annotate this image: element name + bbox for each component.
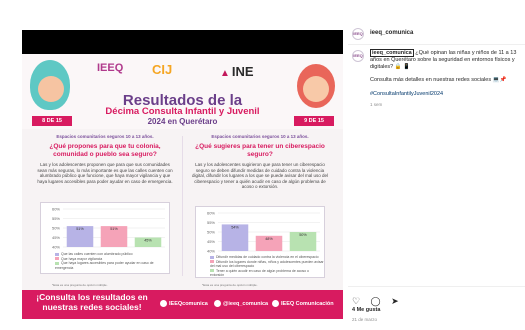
author-username[interactable]: ieeq_comunica	[370, 30, 413, 36]
author-avatar[interactable]: IEEQ	[352, 28, 364, 40]
left-footnote: *Esta es una pregunta de opción múltiple…	[52, 283, 108, 287]
share-icon[interactable]: ➤	[391, 296, 399, 307]
poster-footer: ¡Consulta los resultados en nuestras red…	[22, 290, 343, 319]
bar-value-label: 51%	[110, 227, 118, 231]
y-tick-label: 40%	[52, 245, 60, 250]
bar-value-label: 48%	[265, 237, 273, 241]
right-footnote: *Esta es una pregunta de opción múltiple…	[202, 283, 258, 287]
legend-item: Que haya lugares accesibles para poder a…	[55, 261, 154, 270]
y-tick-label: 50%	[207, 230, 215, 235]
right-bar-chart: 60% 55% 50% 45% 40% 54% 48% 50% Difundir medida…	[195, 206, 325, 278]
hashtag-link[interactable]: #ConsultaInfantilyJuvenil2024	[370, 91, 443, 97]
page-gutter	[0, 0, 22, 330]
y-tick-label: 55%	[207, 220, 215, 225]
tiktok-icon	[272, 300, 279, 307]
cij-logo: CIJ	[152, 62, 173, 77]
left-bar-chart: 60% 55% 50% 45% 40% 51% 51% 45% Que las calles …	[40, 202, 170, 274]
caption-username[interactable]: ieeq_comunica	[370, 49, 414, 57]
legend-item: Difundir los lugares donde niñas, niños …	[210, 259, 324, 268]
legend-item: Tener a quién acudir en caso de algún pr…	[210, 268, 310, 277]
bar-value-label: 45%	[144, 239, 152, 243]
panel-divider	[348, 44, 525, 45]
actions-divider	[348, 286, 525, 287]
post-date: 21 de marzo	[352, 317, 378, 322]
y-tick-label: 45%	[207, 239, 215, 244]
y-tick-label: 55%	[52, 216, 60, 221]
column-divider	[182, 136, 183, 276]
caption-more: Consulta más detalles en nuestras redes …	[370, 77, 507, 83]
left-legend: Que las calles cuenten con alumbrado púb…	[55, 252, 169, 270]
footer-title: ¡Consulta los resultados en nuestras red…	[36, 292, 148, 312]
results-poster[interactable]: IEEQ CIJ ▲ INE Resultados de la Décima Co…	[22, 54, 343, 319]
page-badge-left: 8 DE 15	[32, 116, 72, 126]
ieeq-logo: IEEQ	[97, 62, 124, 74]
left-column: Espacios comunitarios seguros 10 a 13 añ…	[32, 134, 178, 284]
left-paragraph: Las y los adolescentes proponen que para…	[37, 162, 173, 184]
post-caption: ieeq_comunica ¿Qué opinan las niñas y ni…	[370, 49, 522, 71]
bar-value-label: 50%	[299, 233, 307, 237]
tiktok-handle: IEEQ Comunicación	[272, 300, 334, 307]
right-paragraph: Las y los adolescentes sugirieron que pa…	[191, 162, 329, 189]
facebook-icon	[160, 300, 167, 307]
right-question: ¿Qué sugieres para tener un ciberespacio…	[195, 143, 325, 158]
page-badge-right: 9 DE 15	[294, 116, 334, 126]
y-tick-label: 40%	[207, 249, 215, 254]
bar-value-label: 51%	[76, 227, 84, 231]
comment-icon[interactable]: ◯	[371, 296, 381, 307]
poster-header: IEEQ CIJ ▲ INE Resultados de la Décima Co…	[22, 54, 343, 129]
left-subtitle: Espacios comunitarios seguros 10 a 13 añ…	[56, 134, 154, 139]
ine-logo: ▲ INE	[220, 64, 254, 79]
instagram-icon	[214, 300, 221, 307]
right-legend: Difundir medidas de cuidado contra la vi…	[210, 255, 324, 278]
right-column: Espacios comunitarios seguros 10 a 13 añ…	[187, 134, 333, 284]
caption-avatar[interactable]: IEEQ	[352, 50, 364, 62]
y-tick-label: 60%	[52, 207, 60, 212]
likes-count[interactable]: 4 Me gusta	[352, 307, 380, 313]
left-question: ¿Qué propones para que tu colonia, comun…	[49, 143, 161, 158]
y-tick-label: 45%	[52, 235, 60, 240]
facebook-handle: IEEQcomunica	[160, 300, 208, 307]
like-icon[interactable]: ♡	[352, 296, 360, 307]
instagram-handle: @ieeq_comunica	[214, 300, 268, 307]
post-time: 1 sem	[370, 102, 383, 107]
y-tick-label: 60%	[207, 211, 215, 216]
y-tick-label: 50%	[52, 226, 60, 231]
bar-value-label: 54%	[231, 225, 239, 229]
right-subtitle: Espacios comunitarios seguros 10 a 13 añ…	[211, 134, 309, 139]
post-actions: ♡ ◯ ➤	[352, 291, 405, 306]
